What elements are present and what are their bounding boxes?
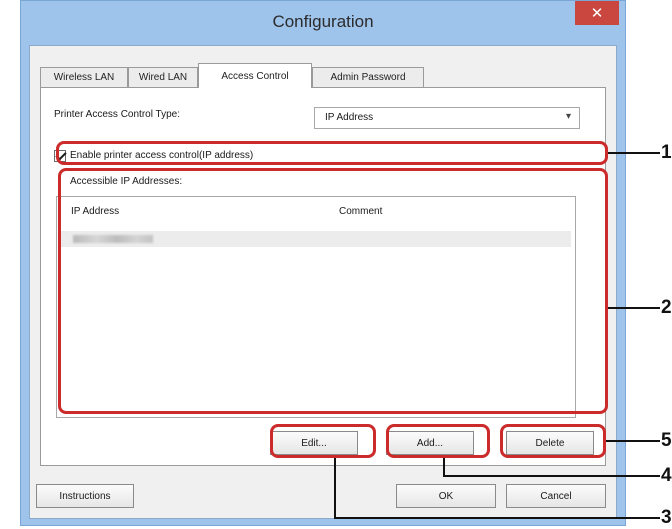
callout-box-5 xyxy=(500,424,606,458)
instructions-button[interactable]: Instructions xyxy=(36,484,134,508)
access-control-type-label: Printer Access Control Type: xyxy=(54,109,180,120)
callout-number-2: 2 xyxy=(661,297,672,318)
tab-access-control[interactable]: Access Control xyxy=(198,63,312,88)
tab-admin-password[interactable]: Admin Password xyxy=(312,67,424,87)
cancel-button[interactable]: Cancel xyxy=(506,484,606,508)
leader-line-4-vertical xyxy=(443,458,445,476)
callout-number-1: 1 xyxy=(661,142,672,163)
callout-number-5: 5 xyxy=(661,430,672,451)
tab-wireless-lan[interactable]: Wireless LAN xyxy=(40,67,128,87)
access-control-type-select[interactable]: IP Address ▾ xyxy=(314,107,580,129)
callout-box-1 xyxy=(56,141,608,165)
leader-line-4 xyxy=(443,475,660,477)
title-bar[interactable]: Configuration ✕ xyxy=(21,1,625,45)
window-title: Configuration xyxy=(272,12,374,31)
callout-box-2 xyxy=(58,168,608,414)
callout-box-4 xyxy=(386,424,490,458)
callout-number-4: 4 xyxy=(661,465,672,486)
chevron-down-icon: ▾ xyxy=(565,111,571,122)
close-icon: ✕ xyxy=(590,5,604,22)
ok-button[interactable]: OK xyxy=(396,484,496,508)
close-button[interactable]: ✕ xyxy=(575,1,619,25)
leader-line-1 xyxy=(608,152,660,154)
callout-number-3: 3 xyxy=(661,507,672,528)
tab-wired-lan[interactable]: Wired LAN xyxy=(128,67,198,87)
access-control-type-value: IP Address xyxy=(325,112,374,123)
callout-box-3 xyxy=(270,424,376,458)
leader-line-3 xyxy=(334,517,660,519)
leader-line-3-vertical xyxy=(334,458,336,518)
leader-line-2 xyxy=(608,307,660,309)
leader-line-5 xyxy=(606,440,660,442)
